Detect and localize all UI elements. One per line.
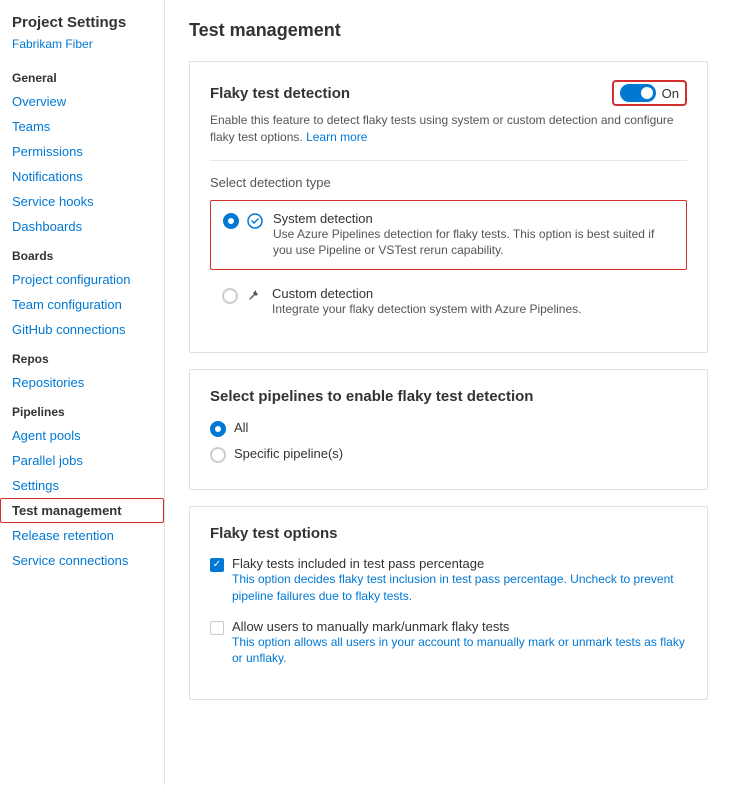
- option-text-system: System detectionUse Azure Pipelines dete…: [273, 211, 674, 260]
- option-desc-system: Use Azure Pipelines detection for flaky …: [273, 226, 674, 260]
- checkbox-title-included: Flaky tests included in test pass percen…: [232, 556, 687, 571]
- checkbox-manual-mark[interactable]: [210, 621, 224, 635]
- pipeline-label-specific: Specific pipeline(s): [234, 446, 343, 461]
- sidebar-item-teams[interactable]: Teams: [0, 114, 164, 139]
- sidebar-section-pipelines: Pipelines: [0, 395, 164, 423]
- sidebar-section-boards: Boards: [0, 239, 164, 267]
- sidebar-item-project-configuration[interactable]: Project configuration: [0, 267, 164, 292]
- sidebar-item-service-connections[interactable]: Service connections: [0, 548, 164, 573]
- checkbox-option-included[interactable]: Flaky tests included in test pass percen…: [210, 556, 687, 605]
- radio-system[interactable]: [223, 213, 239, 229]
- detection-option-custom[interactable]: Custom detectionIntegrate your flaky det…: [210, 276, 687, 328]
- sidebar-item-repositories[interactable]: Repositories: [0, 370, 164, 395]
- pipeline-label-all: All: [234, 420, 248, 435]
- detection-option-system[interactable]: System detectionUse Azure Pipelines dete…: [210, 200, 687, 271]
- flaky-detection-card: Flaky test detection On Enable this feat…: [189, 61, 708, 353]
- flaky-detection-title: Flaky test detection: [210, 85, 350, 102]
- checkbox-text-manual-mark: Allow users to manually mark/unmark flak…: [232, 619, 687, 668]
- sidebar-item-parallel-jobs[interactable]: Parallel jobs: [0, 448, 164, 473]
- option-title-system: System detection: [273, 211, 674, 226]
- sidebar-item-github-connections[interactable]: GitHub connections: [0, 317, 164, 342]
- pipeline-radio-all[interactable]: [210, 421, 226, 437]
- sidebar-item-notifications[interactable]: Notifications: [0, 164, 164, 189]
- sidebar-item-overview[interactable]: Overview: [0, 89, 164, 114]
- sidebar-item-permissions[interactable]: Permissions: [0, 139, 164, 164]
- page-title: Test management: [189, 20, 708, 41]
- flaky-options-card: Flaky test options Flaky tests included …: [189, 506, 708, 700]
- learn-more-link[interactable]: Learn more: [306, 130, 367, 144]
- sidebar-item-settings[interactable]: Settings: [0, 473, 164, 498]
- checkbox-title-manual-mark: Allow users to manually mark/unmark flak…: [232, 619, 687, 634]
- pipeline-icon: [247, 213, 265, 231]
- sidebar-item-service-hooks[interactable]: Service hooks: [0, 189, 164, 214]
- sidebar-section-general: General: [0, 61, 164, 89]
- checkbox-text-included: Flaky tests included in test pass percen…: [232, 556, 687, 605]
- pipeline-option-specific[interactable]: Specific pipeline(s): [210, 445, 687, 463]
- option-desc-custom: Integrate your flaky detection system wi…: [272, 301, 582, 318]
- pipelines-title: Select pipelines to enable flaky test de…: [210, 388, 687, 405]
- flaky-detection-toggle[interactable]: [620, 84, 656, 102]
- flaky-detection-description: Enable this feature to detect flaky test…: [210, 112, 687, 146]
- checkbox-included[interactable]: [210, 558, 224, 572]
- flaky-options-title: Flaky test options: [210, 525, 687, 542]
- pipeline-options: All Specific pipeline(s): [210, 419, 687, 463]
- checkbox-option-manual-mark[interactable]: Allow users to manually mark/unmark flak…: [210, 619, 687, 668]
- detection-type-label: Select detection type: [210, 160, 687, 190]
- pipelines-card: Select pipelines to enable flaky test de…: [189, 369, 708, 490]
- radio-custom[interactable]: [222, 288, 238, 304]
- sidebar-subtitle[interactable]: Fabrikam Fiber: [0, 37, 164, 61]
- flaky-detection-header: Flaky test detection On: [210, 80, 687, 106]
- sidebar-item-dashboards[interactable]: Dashboards: [0, 214, 164, 239]
- flaky-checkboxes: Flaky tests included in test pass percen…: [210, 556, 687, 667]
- checkbox-desc-included: This option decides flaky test inclusion…: [232, 571, 687, 605]
- sidebar-item-agent-pools[interactable]: Agent pools: [0, 423, 164, 448]
- pipeline-radio-specific[interactable]: [210, 447, 226, 463]
- option-text-custom: Custom detectionIntegrate your flaky det…: [272, 286, 582, 318]
- sidebar-item-team-configuration[interactable]: Team configuration: [0, 292, 164, 317]
- sidebar: Project Settings Fabrikam Fiber GeneralO…: [0, 0, 165, 785]
- toggle-label: On: [662, 86, 679, 101]
- sidebar-item-test-management[interactable]: Test management: [0, 498, 164, 523]
- sidebar-section-repos: Repos: [0, 342, 164, 370]
- sidebar-title: Project Settings: [0, 0, 164, 37]
- detection-options: System detectionUse Azure Pipelines dete…: [210, 200, 687, 328]
- sidebar-item-release-retention[interactable]: Release retention: [0, 523, 164, 548]
- wrench-icon: [246, 288, 264, 306]
- option-title-custom: Custom detection: [272, 286, 582, 301]
- toggle-container: On: [612, 80, 687, 106]
- checkbox-desc-manual-mark: This option allows all users in your acc…: [232, 634, 687, 668]
- pipeline-option-all[interactable]: All: [210, 419, 687, 437]
- main-content: Test management Flaky test detection On …: [165, 0, 732, 785]
